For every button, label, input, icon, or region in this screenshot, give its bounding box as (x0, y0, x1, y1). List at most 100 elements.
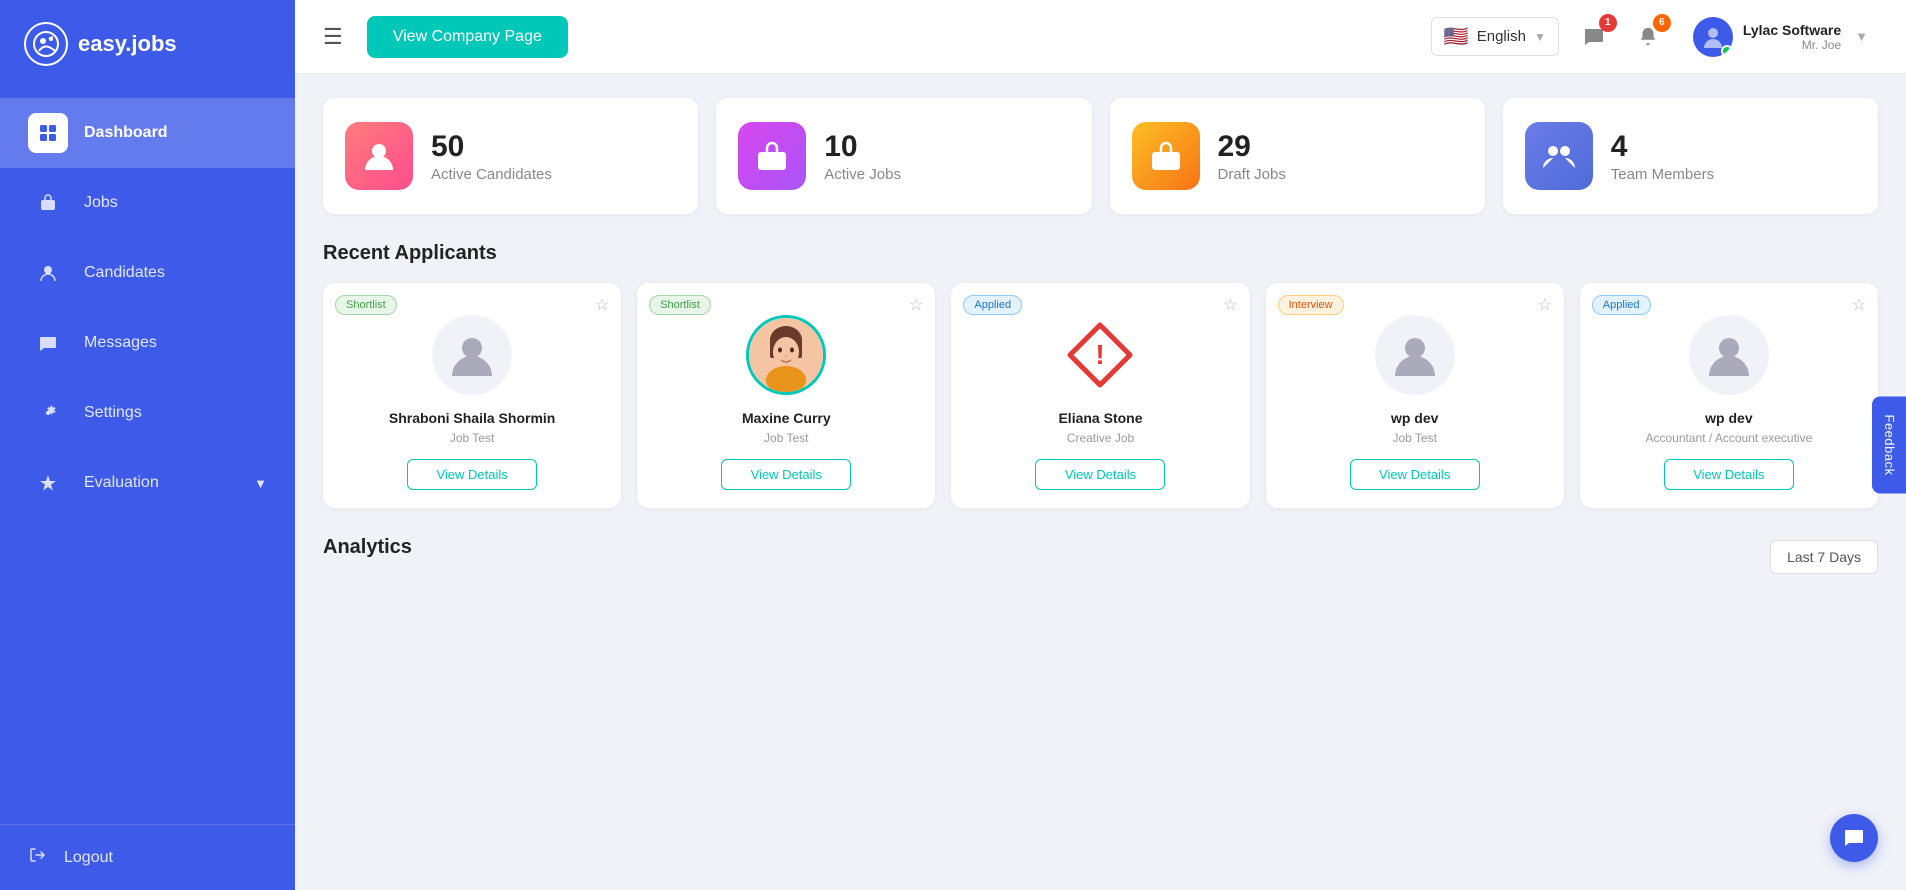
status-badge-2: Shortlist (649, 295, 711, 315)
applicant-avatar-4 (1375, 315, 1455, 395)
evaluation-icon (28, 463, 68, 503)
sidebar-item-evaluation[interactable]: Evaluation ▼ (0, 448, 295, 518)
sidebar-nav: Dashboard Jobs Candidates (0, 88, 295, 824)
content-area: 50 Active Candidates 10 Active Jobs (295, 74, 1906, 890)
company-name: Lylac Software (1743, 22, 1841, 38)
hamburger-button[interactable]: ☰ (323, 24, 343, 50)
draft-jobs-icon (1132, 122, 1200, 190)
header-right: 🇺🇸 English ▼ 1 6 (1431, 11, 1878, 63)
sidebar-item-jobs[interactable]: Jobs (0, 168, 295, 238)
logout-button[interactable]: Logout (0, 824, 295, 890)
user-name: Mr. Joe (1743, 38, 1841, 52)
sidebar-item-evaluation-label: Evaluation (84, 474, 159, 492)
user-info: Lylac Software Mr. Joe (1743, 22, 1841, 52)
view-details-button-4[interactable]: View Details (1350, 459, 1480, 490)
analytics-header: Analytics Last 7 Days (323, 536, 1878, 577)
draft-jobs-number: 29 (1218, 130, 1286, 163)
language-label: English (1477, 28, 1526, 45)
evaluation-chevron: ▼ (254, 476, 267, 491)
candidates-icon (28, 253, 68, 293)
lang-chevron-icon: ▼ (1534, 30, 1546, 44)
active-jobs-label: Active Jobs (824, 166, 901, 183)
dashboard-icon (28, 113, 68, 153)
stat-card-draft-jobs: 29 Draft Jobs (1110, 98, 1485, 214)
applicant-card-2: Shortlist ☆ (637, 283, 935, 508)
logo-text: easy.jobs (78, 31, 177, 57)
active-candidates-icon (345, 122, 413, 190)
applicant-name-3: Eliana Stone (1058, 409, 1142, 427)
sidebar: easy.jobs Dashboard Jobs (0, 0, 295, 890)
stat-info-active-jobs: 10 Active Jobs (824, 130, 901, 183)
star-icon-1[interactable]: ☆ (595, 295, 609, 315)
stat-card-active-jobs: 10 Active Jobs (716, 98, 1091, 214)
status-badge-1: Shortlist (335, 295, 397, 315)
team-members-icon (1525, 122, 1593, 190)
user-section[interactable]: Lylac Software Mr. Joe ▼ (1683, 11, 1878, 63)
jobs-icon (28, 183, 68, 223)
applicant-name-5: wp dev (1705, 409, 1752, 427)
chat-button[interactable]: 1 (1575, 18, 1613, 56)
active-candidates-label: Active Candidates (431, 166, 552, 183)
status-badge-5: Applied (1592, 295, 1651, 315)
user-chevron-icon: ▼ (1855, 29, 1868, 44)
view-details-button-2[interactable]: View Details (721, 459, 851, 490)
sidebar-item-candidates[interactable]: Candidates (0, 238, 295, 308)
stat-card-active-candidates: 50 Active Candidates (323, 98, 698, 214)
stats-row: 50 Active Candidates 10 Active Jobs (323, 98, 1878, 214)
logout-label: Logout (64, 849, 113, 867)
sidebar-item-dashboard-label: Dashboard (84, 124, 168, 142)
applicant-avatar-1 (432, 315, 512, 395)
sidebar-logo: easy.jobs (0, 0, 295, 88)
sidebar-item-settings-label: Settings (84, 404, 142, 422)
avatar (1693, 17, 1733, 57)
applicant-job-3: Creative Job (1067, 431, 1134, 445)
status-badge-3: Applied (963, 295, 1022, 315)
applicant-job-5: Accountant / Account executive (1646, 431, 1813, 445)
active-jobs-icon (738, 122, 806, 190)
notifications-badge: 6 (1653, 14, 1671, 32)
active-jobs-number: 10 (824, 130, 901, 163)
applicant-card-5: Applied ☆ wp dev Accountant / Account ex… (1580, 283, 1878, 508)
view-details-button-3[interactable]: View Details (1035, 459, 1165, 490)
star-icon-4[interactable]: ☆ (1537, 295, 1551, 315)
flag-icon: 🇺🇸 (1444, 24, 1469, 49)
stat-card-team-members: 4 Team Members (1503, 98, 1878, 214)
sidebar-item-jobs-label: Jobs (84, 194, 118, 212)
active-candidates-number: 50 (431, 130, 552, 163)
analytics-title: Analytics (323, 536, 412, 559)
applicants-row: Shortlist ☆ Shraboni Shaila Shormin Job … (323, 283, 1878, 508)
stat-info-team-members: 4 Team Members (1611, 130, 1714, 183)
language-selector[interactable]: 🇺🇸 English ▼ (1431, 17, 1559, 56)
view-details-button-1[interactable]: View Details (407, 459, 537, 490)
applicant-name-4: wp dev (1391, 409, 1438, 427)
sidebar-item-settings[interactable]: Settings (0, 378, 295, 448)
stat-info-active-candidates: 50 Active Candidates (431, 130, 552, 183)
logo-icon (24, 22, 68, 66)
period-selector[interactable]: Last 7 Days (1770, 540, 1878, 574)
notifications-button[interactable]: 6 (1629, 18, 1667, 56)
applicant-card-3: Applied ☆ ! Eliana Stone Creative Job Vi… (951, 283, 1249, 508)
applicant-name-1: Shraboni Shaila Shormin (389, 409, 555, 427)
star-icon-3[interactable]: ☆ (1223, 295, 1237, 315)
settings-icon (28, 393, 68, 433)
team-members-number: 4 (1611, 130, 1714, 163)
feedback-tab[interactable]: Feedback (1872, 396, 1906, 493)
chat-fab-button[interactable] (1830, 814, 1878, 862)
applicant-card-1: Shortlist ☆ Shraboni Shaila Shormin Job … (323, 283, 621, 508)
header: ☰ View Company Page 🇺🇸 English ▼ 1 6 (295, 0, 1906, 74)
sidebar-item-dashboard[interactable]: Dashboard (0, 98, 295, 168)
view-details-button-5[interactable]: View Details (1664, 459, 1794, 490)
applicant-avatar-3: ! (1060, 315, 1140, 395)
sidebar-item-candidates-label: Candidates (84, 264, 165, 282)
applicant-job-1: Job Test (450, 431, 494, 445)
view-company-button[interactable]: View Company Page (367, 16, 568, 58)
logout-icon (28, 845, 48, 870)
applicant-job-2: Job Test (764, 431, 808, 445)
star-icon-5[interactable]: ☆ (1852, 295, 1866, 315)
applicant-avatar-2 (746, 315, 826, 395)
applicant-job-4: Job Test (1392, 431, 1436, 445)
star-icon-2[interactable]: ☆ (909, 295, 923, 315)
applicant-name-2: Maxine Curry (742, 409, 831, 427)
sidebar-item-messages[interactable]: Messages (0, 308, 295, 378)
messages-icon (28, 323, 68, 363)
